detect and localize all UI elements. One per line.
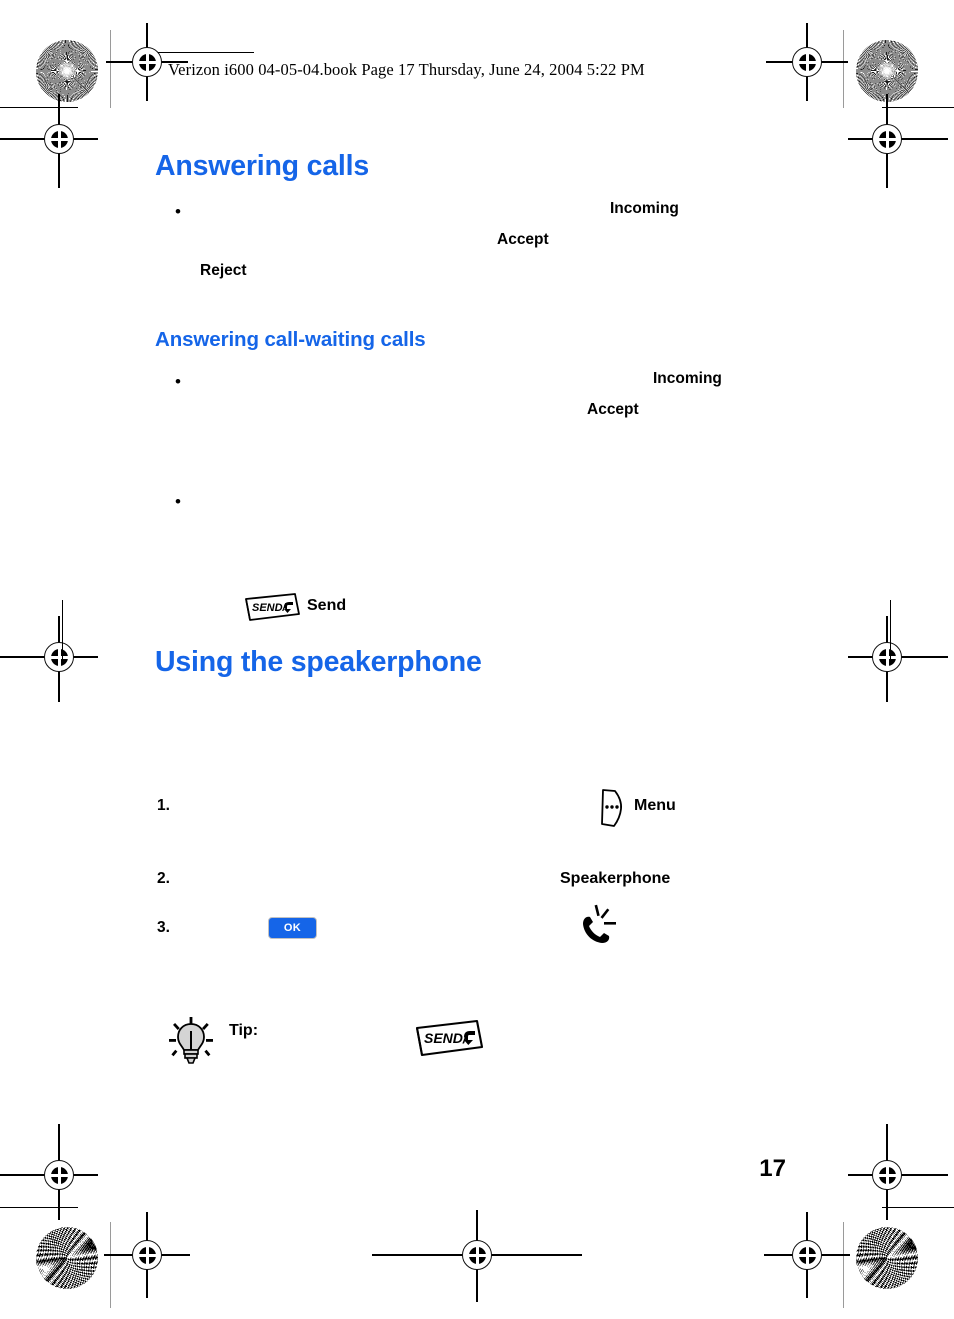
registration-target-icon — [104, 1212, 190, 1298]
moire-target-icon — [856, 1227, 918, 1289]
svg-text:SEND/: SEND/ — [252, 602, 288, 614]
registration-target-icon — [764, 1212, 850, 1298]
crop-guide — [843, 1222, 844, 1308]
step-number-2: 2. — [157, 870, 170, 887]
registration-target-icon — [848, 94, 948, 188]
send-key-icon: SEND/ — [413, 1019, 485, 1064]
crop-guide — [110, 30, 111, 108]
header-rule — [158, 52, 254, 54]
step-number-1: 1. — [157, 797, 170, 814]
keyword-incoming: Incoming — [653, 370, 722, 387]
registration-target-icon — [0, 616, 98, 702]
bullet-marker: • — [175, 202, 181, 221]
registration-target-icon — [106, 23, 188, 101]
send-key-icon: SEND/ — [243, 592, 301, 627]
starburst-target-icon — [856, 40, 918, 102]
trim-line — [882, 1207, 954, 1209]
running-header: Verizon i600 04-05-04.book Page 17 Thurs… — [168, 60, 645, 79]
trim-line — [890, 600, 892, 662]
manual-page: Verizon i600 04-05-04.book Page 17 Thurs… — [0, 0, 954, 1319]
crop-guide — [843, 30, 844, 108]
registration-target-icon — [766, 23, 848, 101]
heading-answering-calls: Answering calls — [155, 150, 369, 182]
keyword-incoming: Incoming — [610, 200, 679, 217]
registration-target-icon — [0, 1124, 98, 1220]
trim-line — [62, 600, 64, 662]
crop-guide — [110, 1222, 111, 1308]
send-key-label: Send — [307, 597, 347, 614]
registration-target-icon — [848, 616, 948, 702]
step-1-keyword-menu: Menu — [634, 797, 676, 814]
trim-line — [0, 107, 78, 109]
moire-target-icon — [36, 1227, 98, 1289]
menu-key-icon — [598, 788, 626, 833]
step-2-keyword-speakerphone: Speakerphone — [560, 870, 671, 887]
keyword-accept: Accept — [587, 401, 639, 418]
bullet-marker: • — [175, 492, 181, 511]
step-number-3: 3. — [157, 919, 170, 936]
registration-target-icon — [0, 94, 98, 188]
heading-answering-call-waiting-calls: Answering call-waiting calls — [155, 328, 426, 351]
starburst-target-icon — [36, 40, 98, 102]
bullet-marker: • — [175, 372, 181, 391]
keyword-reject: Reject — [200, 262, 247, 279]
speakerphone-icon — [574, 903, 618, 953]
lightbulb-icon — [167, 1016, 215, 1073]
tip-label: Tip: — [229, 1022, 259, 1039]
trim-line — [882, 107, 954, 109]
registration-target-icon — [848, 1124, 948, 1220]
page-number: 17 — [759, 1155, 786, 1182]
ok-key-icon: OK — [268, 917, 317, 939]
svg-text:SEND/: SEND/ — [424, 1030, 469, 1046]
registration-target-icon — [372, 1210, 582, 1302]
trim-line — [0, 1207, 78, 1209]
heading-using-the-speakerphone: Using the speakerphone — [155, 646, 482, 678]
keyword-accept: Accept — [497, 231, 549, 248]
